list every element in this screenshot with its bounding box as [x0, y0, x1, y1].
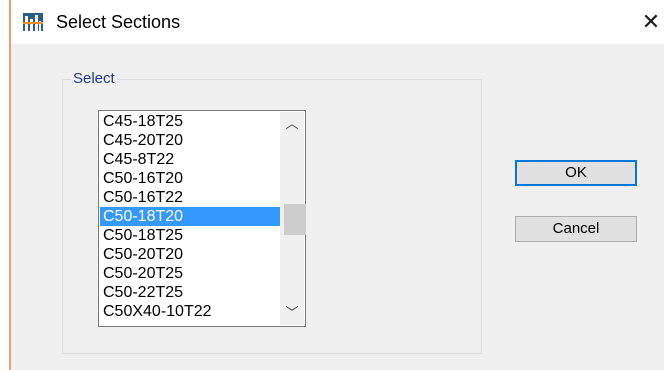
- title-bar[interactable]: Select Sections ✕: [11, 0, 664, 44]
- app-icon: [23, 13, 43, 31]
- list-item[interactable]: C50X40-10T22: [100, 302, 280, 321]
- list-item[interactable]: C50-18T25: [100, 226, 280, 245]
- list-item[interactable]: C50-18T20: [100, 207, 280, 226]
- listbox-scrollbar[interactable]: ︿ ﹀: [280, 112, 306, 325]
- list-item[interactable]: C50-16T22: [100, 188, 280, 207]
- list-item[interactable]: C45-20T20: [100, 131, 280, 150]
- scroll-down-icon[interactable]: ﹀: [280, 303, 304, 323]
- sections-listbox[interactable]: C45-18T25 C45-20T20 C45-8T22 C50-16T20 C50-1…: [98, 110, 306, 327]
- scroll-up-icon[interactable]: ︿: [280, 114, 304, 134]
- select-sections-dialog: Select Sections ✕ Select C45-18T25 C45-20…: [0, 0, 664, 370]
- list-item[interactable]: C45-8T22: [100, 150, 280, 169]
- list-item[interactable]: C50-22T25: [100, 283, 280, 302]
- group-label: Select: [71, 70, 117, 88]
- close-icon[interactable]: ✕: [638, 8, 664, 36]
- window-left-border: [0, 0, 11, 370]
- dialog-body: Select C45-18T25 C45-20T20 C45-8T22 C50-16T…: [11, 44, 664, 370]
- window-title: Select Sections: [56, 12, 181, 32]
- cancel-button[interactable]: Cancel: [515, 216, 637, 242]
- list-item[interactable]: C45-18T25: [100, 112, 280, 131]
- list-item[interactable]: C50-20T20: [100, 245, 280, 264]
- scroll-thumb[interactable]: [284, 204, 306, 235]
- sections-list: C45-18T25 C45-20T20 C45-8T22 C50-16T20 C50-1…: [100, 112, 280, 325]
- select-groupbox: Select C45-18T25 C45-20T20 C45-8T22 C50-16T…: [62, 70, 482, 354]
- list-item[interactable]: C50-20T25: [100, 264, 280, 283]
- ok-button[interactable]: OK: [515, 160, 637, 186]
- list-item[interactable]: C50-16T20: [100, 169, 280, 188]
